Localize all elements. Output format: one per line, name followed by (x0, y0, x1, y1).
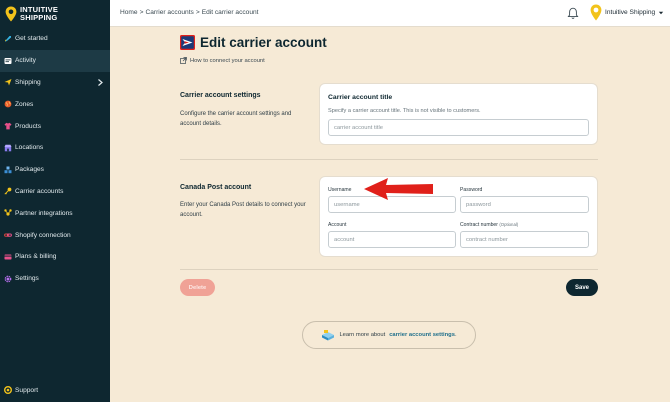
sidebar-item-plans-billing[interactable]: Plans & billing (0, 246, 110, 268)
sidebar-item-label: Shipping (15, 78, 41, 86)
sidebar-item-label: Zones (15, 100, 34, 108)
canada-post-description: Enter your Canada Post details to connec… (180, 202, 306, 218)
account-label: Account (328, 222, 347, 228)
sidebar-item-label: Support (15, 386, 39, 394)
truck-icon (322, 330, 335, 341)
breadcrumb: Home > Carrier accounts > Edit carrier a… (120, 9, 259, 16)
carrier-title-help: Specify a carrier account title. This is… (328, 108, 481, 114)
integrations-icon (4, 209, 12, 217)
sidebar-item-partner-integrations[interactable]: Partner integrations (0, 202, 110, 224)
save-button[interactable]: Save (566, 279, 598, 296)
sidebar-item-label: Carrier accounts (15, 187, 64, 195)
account-pin-icon (590, 4, 602, 21)
sidebar-item-locations[interactable]: Locations (0, 137, 110, 159)
top-bar: Home > Carrier accounts > Edit carrier a… (110, 0, 670, 27)
link-icon (4, 231, 12, 239)
gear-icon (4, 275, 12, 283)
learn-more-prefix: Learn more about (339, 332, 386, 338)
sidebar-item-shopify-connection[interactable]: Shopify connection (0, 224, 110, 246)
sidebar-item-label: Partner integrations (15, 209, 73, 217)
sidebar-item-shipping[interactable]: Shipping (0, 72, 110, 94)
sidebar-item-label: Shopify connection (15, 231, 71, 239)
sidebar-item-label: Plans & billing (15, 253, 57, 261)
actions-divider (180, 269, 598, 270)
section-divider (180, 159, 598, 160)
annotation-arrow-icon (364, 178, 433, 200)
external-link-icon (180, 57, 187, 64)
help-icon (4, 386, 12, 394)
account-menu[interactable]: Intuitive Shipping (590, 4, 664, 21)
carrier-settings-description: Configure the carrier account settings a… (180, 111, 292, 127)
location-pin-icon (5, 6, 17, 21)
plane-icon (4, 78, 12, 86)
brand-logo[interactable]: INTUITIVE SHIPPING (0, 0, 110, 27)
sidebar-item-label: Activity (15, 57, 36, 65)
sidebar-item-activity[interactable]: Activity (0, 49, 110, 72)
sidebar: INTUITIVE SHIPPING Get started Activity … (0, 0, 110, 402)
account-name: Intuitive Shipping (605, 9, 656, 16)
store-icon (4, 144, 12, 152)
sidebar-nav: Get started Activity Shipping Zones Prod… (0, 28, 110, 290)
sidebar-item-support[interactable]: Support (0, 380, 110, 400)
key-icon (4, 187, 12, 196)
sidebar-item-get-started[interactable]: Get started (0, 28, 110, 50)
page-header: Edit carrier account (180, 35, 327, 50)
brand-line-2: SHIPPING (20, 12, 58, 22)
sidebar-item-label: Get started (15, 35, 48, 43)
canada-post-logo-icon (180, 35, 195, 50)
learn-more-banner: Learn more about carrier account setting… (302, 321, 476, 349)
shirt-icon (4, 122, 12, 130)
learn-more-suffix: . (454, 332, 457, 338)
password-label: Password (460, 187, 483, 193)
contract-number-label-text: Contract number (460, 222, 498, 228)
sidebar-item-packages[interactable]: Packages (0, 159, 110, 181)
caret-down-icon (659, 11, 664, 14)
sidebar-item-products[interactable]: Products (0, 115, 110, 137)
carrier-title-input[interactable] (328, 119, 589, 136)
page-title: Edit carrier account (200, 35, 327, 50)
breadcrumb-separator: > (139, 9, 144, 16)
boxes-icon (4, 166, 12, 174)
breadcrumb-carrier-accounts[interactable]: Carrier accounts (145, 9, 193, 16)
breadcrumb-current: Edit carrier account (201, 9, 259, 16)
rocket-icon (4, 35, 12, 43)
sidebar-item-label: Locations (15, 144, 44, 152)
learn-more-link[interactable]: carrier account settings (389, 332, 455, 338)
billing-icon (4, 253, 12, 261)
howto-link-text: How to connect your account (190, 57, 265, 64)
brand-name: INTUITIVE SHIPPING (20, 6, 58, 21)
chevron-right-icon[interactable] (96, 78, 104, 87)
sidebar-item-settings[interactable]: Settings (0, 268, 110, 290)
breadcrumb-home[interactable]: Home (120, 9, 138, 16)
canada-post-card: Username Password Account Contract numbe… (319, 176, 598, 257)
sidebar-item-label: Settings (15, 275, 39, 283)
breadcrumb-separator: > (195, 9, 200, 16)
optional-tag: (Optional) (499, 222, 519, 227)
sidebar-item-carrier-accounts[interactable]: Carrier accounts (0, 181, 110, 203)
sidebar-item-label: Packages (15, 166, 44, 174)
canada-post-heading: Canada Post account (180, 184, 252, 191)
carrier-title-card-title: Carrier account title (328, 94, 393, 101)
contract-number-input[interactable] (460, 231, 589, 248)
delete-button[interactable]: Delete (180, 279, 215, 296)
globe-icon (4, 100, 12, 108)
carrier-title-card: Carrier account title Specify a carrier … (319, 83, 598, 145)
bell-icon[interactable] (567, 7, 579, 20)
carrier-settings-heading: Carrier account settings (180, 92, 261, 99)
password-input[interactable] (460, 196, 589, 213)
contract-number-label: Contract number (Optional) (460, 222, 518, 228)
sidebar-item-zones[interactable]: Zones (0, 93, 110, 115)
activity-icon (4, 57, 12, 65)
sidebar-item-label: Products (15, 122, 42, 130)
account-input[interactable] (328, 231, 456, 248)
howto-link[interactable]: How to connect your account (180, 57, 265, 64)
username-label: Username (328, 187, 352, 193)
